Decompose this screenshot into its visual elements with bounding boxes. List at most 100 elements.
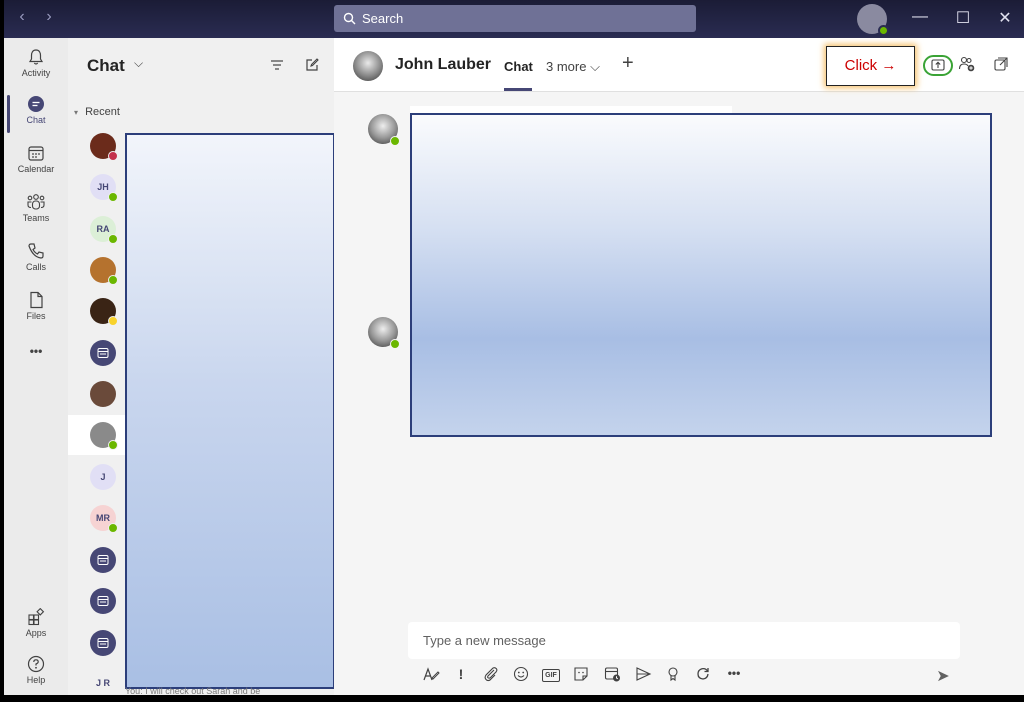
presence-dot <box>108 234 118 244</box>
presence-dot <box>390 339 400 349</box>
chat-icon <box>28 96 44 112</box>
contact-avatar-initials[interactable]: J R <box>90 670 116 695</box>
back-arrow-icon[interactable]: ‹ <box>12 8 32 26</box>
contact-avatar-initials[interactable]: JH <box>90 174 118 202</box>
rail-item-teams[interactable]: Teams <box>4 193 68 223</box>
presence-dot <box>108 275 118 285</box>
contact-avatar[interactable] <box>90 588 116 614</box>
rail-label: Help <box>26 675 46 685</box>
contact-avatar[interactable] <box>90 257 118 285</box>
add-tab-button[interactable]: + <box>622 52 634 75</box>
rail-label: Calendar <box>17 164 55 174</box>
chat-main-area: John Lauber Chat 3 more ⌵ + Click → Type… <box>334 38 1024 695</box>
presence-dot <box>108 151 118 161</box>
more-apps-icon[interactable]: ••• <box>4 344 68 358</box>
contact-avatar[interactable] <box>90 381 116 407</box>
rail-item-files[interactable]: Files <box>4 291 68 321</box>
contact-avatar[interactable] <box>90 298 118 326</box>
rail-label: Chat <box>26 115 46 125</box>
click-callout: Click → <box>826 46 915 86</box>
contact-avatar-initials[interactable]: MR <box>90 505 118 533</box>
more-options-icon[interactable]: ••• <box>723 666 745 680</box>
rail-item-activity[interactable]: Activity <box>4 48 68 78</box>
recent-section-header[interactable]: ▾ Recent <box>74 106 120 118</box>
search-input[interactable]: Search <box>334 5 696 32</box>
share-screen-button[interactable] <box>923 55 953 76</box>
minimize-icon[interactable]: — <box>910 8 930 26</box>
contact-avatar[interactable] <box>90 133 118 161</box>
rail-label: Files <box>26 311 46 321</box>
emoji-icon[interactable] <box>510 666 532 685</box>
contact-avatar[interactable] <box>90 630 116 656</box>
contact-avatar[interactable] <box>353 51 383 81</box>
chat-preview-text: You: I will check out Sarah and be <box>125 686 261 695</box>
presence-dot <box>390 136 400 146</box>
filter-icon[interactable] <box>270 58 284 76</box>
chevron-down-icon: ▾ <box>74 108 79 117</box>
chat-header: John Lauber Chat 3 more ⌵ + Click → <box>334 38 1024 92</box>
forward-arrow-icon[interactable]: › <box>39 8 59 26</box>
format-icon[interactable] <box>420 666 442 685</box>
rail-item-chat[interactable]: Chat <box>4 95 68 133</box>
calendar-icon <box>28 146 44 161</box>
rail-label: Teams <box>22 213 50 223</box>
rail-label: Apps <box>25 628 47 638</box>
important-icon[interactable]: ! <box>450 666 472 682</box>
recent-label: Recent <box>85 106 120 118</box>
message-sender-avatar[interactable] <box>368 114 400 146</box>
contact-initials: J <box>100 472 106 482</box>
search-icon <box>343 12 356 25</box>
pop-out-icon[interactable] <box>993 56 1009 77</box>
meeting-chat-icon <box>97 555 109 565</box>
sticker-icon[interactable] <box>570 666 592 685</box>
chevron-down-icon[interactable]: ⌵ <box>134 56 143 71</box>
rail-item-help[interactable]: Help <box>4 655 68 685</box>
contact-initials: J R <box>95 678 110 688</box>
attach-icon[interactable] <box>480 666 502 685</box>
contact-initials: MR <box>96 513 110 523</box>
contact-avatar[interactable] <box>90 547 116 573</box>
redacted-chat-previews <box>125 133 335 689</box>
redacted-message-content <box>410 113 992 437</box>
chat-list-title[interactable]: Chat <box>87 56 125 76</box>
search-placeholder: Search <box>362 11 404 26</box>
profile-avatar[interactable] <box>857 4 889 36</box>
active-tab-indicator <box>504 88 532 91</box>
loop-icon[interactable] <box>692 666 714 685</box>
meeting-chat-icon <box>97 638 109 648</box>
rail-label: Activity <box>21 68 51 78</box>
contact-avatar[interactable] <box>90 422 118 450</box>
presence-dot <box>108 440 118 450</box>
contact-initials: JH <box>97 182 109 192</box>
gif-icon[interactable]: GIF <box>540 666 562 682</box>
message-compose-input[interactable]: Type a new message <box>408 622 960 659</box>
contact-name[interactable]: John Lauber <box>395 56 491 74</box>
stream-icon[interactable] <box>632 666 654 685</box>
presence-dot <box>878 25 889 36</box>
close-icon[interactable]: ✕ <box>995 8 1015 28</box>
message-sender-avatar[interactable] <box>368 317 400 349</box>
contact-initials: RA <box>96 224 110 234</box>
tab-more[interactable]: 3 more ⌵ <box>546 59 600 75</box>
tab-chat[interactable]: Chat <box>504 59 533 74</box>
presence-dot <box>108 523 118 533</box>
contact-avatar[interactable] <box>90 340 116 366</box>
chat-list-panel: Chat ⌵ ▾ Recent JH RA J MR J R You: I will c… <box>68 38 335 695</box>
help-icon <box>27 655 45 673</box>
rail-item-apps[interactable]: Apps <box>4 608 68 638</box>
new-chat-icon[interactable] <box>305 58 319 77</box>
maximize-icon[interactable]: ☐ <box>953 8 973 28</box>
contact-avatar-initials[interactable]: J <box>90 464 116 490</box>
presence-dot <box>108 192 118 202</box>
praise-icon[interactable] <box>662 666 684 685</box>
apps-icon <box>28 608 45 626</box>
schedule-meeting-icon[interactable] <box>601 666 623 685</box>
teams-icon <box>27 194 45 210</box>
bell-icon <box>28 49 44 65</box>
rail-item-calls[interactable]: Calls <box>4 242 68 272</box>
contact-avatar-initials[interactable]: RA <box>90 216 118 244</box>
share-screen-icon <box>931 59 945 71</box>
send-icon[interactable]: ➤ <box>932 666 954 686</box>
add-people-icon[interactable] <box>958 56 976 77</box>
rail-item-calendar[interactable]: Calendar <box>4 144 68 174</box>
